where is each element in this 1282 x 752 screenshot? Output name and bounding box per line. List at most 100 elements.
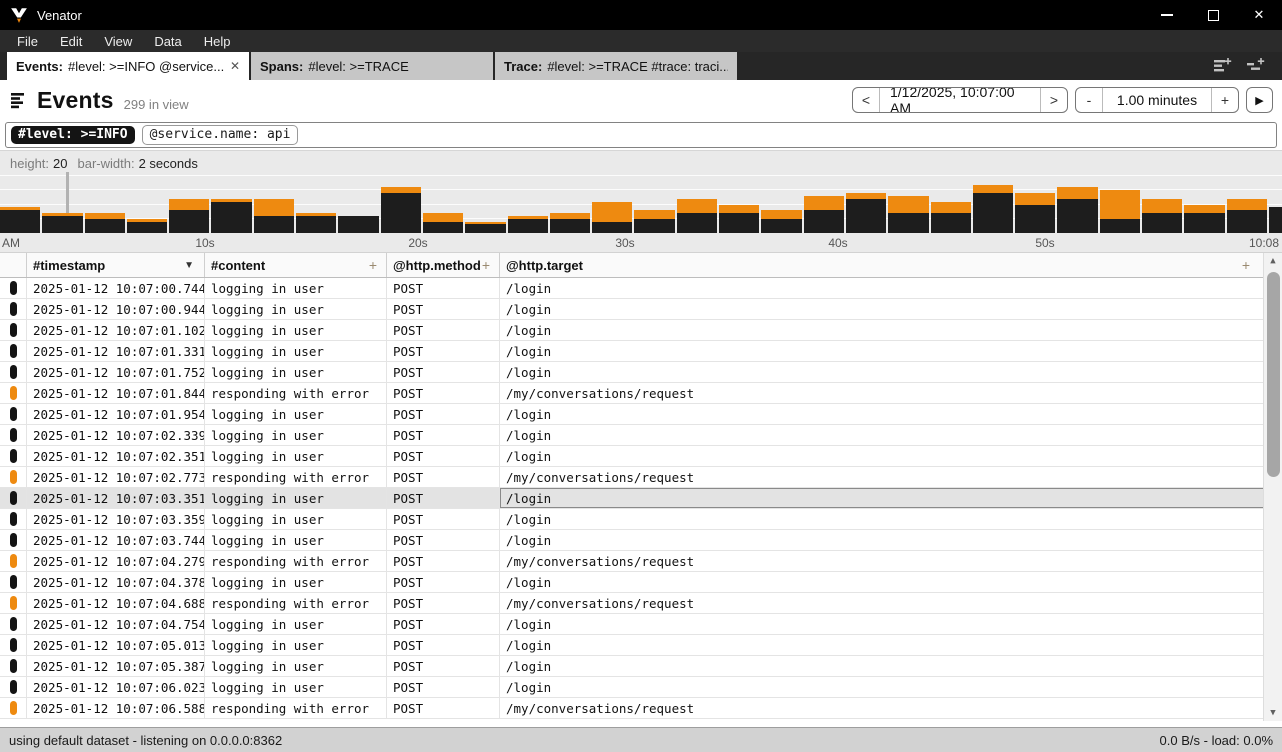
timestamp-cell[interactable]: 2025-01-12 10:07:06.588 (27, 698, 205, 718)
content-cell[interactable]: logging in user (205, 656, 387, 676)
content-cell[interactable]: responding with error (205, 593, 387, 613)
http-target-cell[interactable]: /my/conversations/request (500, 593, 1282, 613)
content-cell[interactable]: logging in user (205, 425, 387, 445)
zoom-in-button[interactable]: + (1211, 88, 1238, 112)
content-cell[interactable]: responding with error (205, 383, 387, 403)
next-time-button[interactable]: > (1040, 88, 1067, 112)
column-header-http-method[interactable]: @http.method + (387, 253, 500, 277)
scroll-down-button[interactable]: ▼ (1264, 705, 1282, 721)
timestamp-cell[interactable]: 2025-01-12 10:07:06.023 (27, 677, 205, 697)
content-cell[interactable]: responding with error (205, 698, 387, 718)
column-header-content[interactable]: #content + (205, 253, 387, 277)
table-row[interactable]: 2025-01-12 10:07:04.279 responding with e… (0, 551, 1282, 572)
http-method-cell[interactable]: POST (387, 278, 500, 298)
http-target-cell[interactable]: /login (500, 299, 1282, 319)
http-method-cell[interactable]: POST (387, 467, 500, 487)
add-attribute-icon[interactable]: + (482, 257, 490, 273)
http-target-cell[interactable]: /my/conversations/request (500, 467, 1282, 487)
http-method-cell[interactable]: POST (387, 635, 500, 655)
table-row[interactable]: 2025-01-12 10:07:02.351 logging in user PO… (0, 446, 1282, 467)
add-column-button[interactable]: + (1242, 253, 1250, 277)
http-method-cell[interactable]: POST (387, 677, 500, 697)
timestamp-cell[interactable]: 2025-01-12 10:07:01.102 (27, 320, 205, 340)
column-header-level[interactable] (0, 253, 27, 277)
filter-chip-service[interactable]: @service.name: api (141, 125, 299, 145)
http-method-cell[interactable]: POST (387, 425, 500, 445)
timestamp-cell[interactable]: 2025-01-12 10:07:05.013 (27, 635, 205, 655)
http-target-cell[interactable]: /my/conversations/request (500, 383, 1282, 403)
time-display[interactable]: 1/12/2025, 10:07:00 AM (880, 88, 1040, 112)
http-target-cell[interactable]: /login (500, 572, 1282, 592)
http-target-cell[interactable]: /login (500, 425, 1282, 445)
menu-item-data[interactable]: Data (143, 30, 192, 52)
http-target-cell[interactable]: /login (500, 677, 1282, 697)
http-target-cell[interactable]: /login (500, 635, 1282, 655)
menu-item-file[interactable]: File (6, 30, 49, 52)
timestamp-cell[interactable]: 2025-01-12 10:07:04.378 (27, 572, 205, 592)
http-target-cell[interactable]: /login (500, 614, 1282, 634)
timestamp-cell[interactable]: 2025-01-12 10:07:03.359 (27, 509, 205, 529)
http-target-cell[interactable]: /login (500, 362, 1282, 382)
http-method-cell[interactable]: POST (387, 299, 500, 319)
column-header-http-target[interactable]: @http.target (500, 253, 1282, 277)
column-header-timestamp[interactable]: #timestamp ▼ (27, 253, 205, 277)
histogram-cursor[interactable] (66, 172, 69, 218)
table-row[interactable]: 2025-01-12 10:07:01.954 logging in user PO… (0, 404, 1282, 425)
timestamp-cell[interactable]: 2025-01-12 10:07:05.387 (27, 656, 205, 676)
http-target-cell[interactable]: /my/conversations/request (500, 698, 1282, 718)
tab-events[interactable]: Events: #level: >=INFO @service.... ✕ (7, 52, 249, 80)
content-cell[interactable]: logging in user (205, 341, 387, 361)
add-attribute-icon[interactable]: + (369, 257, 377, 273)
http-method-cell[interactable]: POST (387, 341, 500, 361)
tab-spans[interactable]: Spans: #level: >=TRACE (251, 52, 493, 80)
http-method-cell[interactable]: POST (387, 614, 500, 634)
http-method-cell[interactable]: POST (387, 362, 500, 382)
http-method-cell[interactable]: POST (387, 383, 500, 403)
timestamp-cell[interactable]: 2025-01-12 10:07:01.331 (27, 341, 205, 361)
content-cell[interactable]: logging in user (205, 614, 387, 634)
content-cell[interactable]: logging in user (205, 278, 387, 298)
menu-item-help[interactable]: Help (193, 30, 242, 52)
http-method-cell[interactable]: POST (387, 404, 500, 424)
http-target-cell[interactable]: /login (500, 446, 1282, 466)
table-row[interactable]: 2025-01-12 10:07:01.844 responding with e… (0, 383, 1282, 404)
timestamp-cell[interactable]: 2025-01-12 10:07:00.744 (27, 278, 205, 298)
timestamp-cell[interactable]: 2025-01-12 10:07:04.688 (27, 593, 205, 613)
http-method-cell[interactable]: POST (387, 320, 500, 340)
filter-chip-level[interactable]: #level: >=INFO (11, 126, 135, 144)
timestamp-cell[interactable]: 2025-01-12 10:07:01.844 (27, 383, 205, 403)
http-target-cell[interactable]: /login (500, 341, 1282, 361)
http-method-cell[interactable]: POST (387, 446, 500, 466)
content-cell[interactable]: logging in user (205, 320, 387, 340)
tab-trace[interactable]: Trace: #level: >=TRACE #trace: traci... (495, 52, 737, 80)
table-row[interactable]: 2025-01-12 10:07:03.744 logging in user PO… (0, 530, 1282, 551)
table-row[interactable]: 2025-01-12 10:07:04.378 logging in user PO… (0, 572, 1282, 593)
content-cell[interactable]: logging in user (205, 299, 387, 319)
content-cell[interactable]: logging in user (205, 404, 387, 424)
table-row[interactable]: 2025-01-12 10:07:06.588 responding with e… (0, 698, 1282, 719)
content-cell[interactable]: logging in user (205, 488, 387, 508)
http-target-cell[interactable]: /login (500, 404, 1282, 424)
table-row[interactable]: 2025-01-12 10:07:05.013 logging in user PO… (0, 635, 1282, 656)
minimize-button[interactable] (1144, 0, 1190, 30)
timestamp-cell[interactable]: 2025-01-12 10:07:04.279 (27, 551, 205, 571)
menu-item-edit[interactable]: Edit (49, 30, 93, 52)
http-method-cell[interactable]: POST (387, 572, 500, 592)
timestamp-cell[interactable]: 2025-01-12 10:07:02.339 (27, 425, 205, 445)
content-cell[interactable]: logging in user (205, 677, 387, 697)
maximize-button[interactable] (1190, 0, 1236, 30)
timestamp-cell[interactable]: 2025-01-12 10:07:03.351 (27, 488, 205, 508)
content-cell[interactable]: logging in user (205, 530, 387, 550)
http-method-cell[interactable]: POST (387, 509, 500, 529)
table-row[interactable]: 2025-01-12 10:07:01.331 logging in user PO… (0, 341, 1282, 362)
histogram-chart[interactable] (0, 175, 1282, 233)
timestamp-cell[interactable]: 2025-01-12 10:07:04.754 (27, 614, 205, 634)
close-button[interactable]: ✕ (1236, 0, 1282, 30)
http-target-cell[interactable]: /login (500, 278, 1282, 298)
table-row[interactable]: 2025-01-12 10:07:02.773 responding with e… (0, 467, 1282, 488)
timestamp-cell[interactable]: 2025-01-12 10:07:00.944 (27, 299, 205, 319)
content-cell[interactable]: responding with error (205, 551, 387, 571)
content-cell[interactable]: logging in user (205, 362, 387, 382)
table-row[interactable]: 2025-01-12 10:07:02.339 logging in user PO… (0, 425, 1282, 446)
table-row[interactable]: 2025-01-12 10:07:00.744 logging in user PO… (0, 278, 1282, 299)
